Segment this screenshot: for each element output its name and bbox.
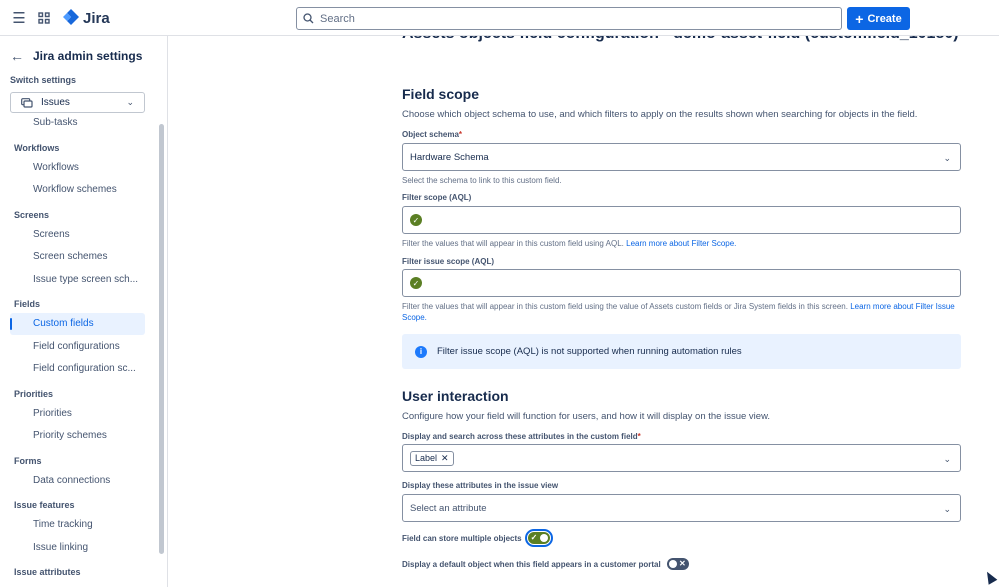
search-input[interactable]: [320, 13, 820, 25]
multiple-objects-row: Field can store multiple objects ✓: [402, 532, 550, 544]
required-marker: *: [638, 432, 641, 441]
jira-logo-icon: [63, 9, 79, 27]
object-schema-value: Hardware Schema: [410, 152, 489, 163]
sidebar-item-issue-linking[interactable]: Issue linking: [10, 537, 145, 559]
attribute-tag: Label ✕: [410, 451, 454, 466]
admin-sidebar: ← Jira admin settings Switch settings Is…: [0, 36, 168, 587]
sidebar-item-issue-type-screen-sch[interactable]: Issue type screen sch...: [10, 269, 145, 291]
create-button-label: Create: [867, 13, 901, 25]
filter-issue-scope-label: Filter issue scope (AQL): [402, 257, 494, 266]
filter-scope-help-text: Filter the values that will appear in th…: [402, 239, 624, 248]
filter-scope-label: Filter scope (AQL): [402, 193, 471, 202]
app-switcher-icon[interactable]: [35, 9, 53, 27]
sidebar-scrollbar[interactable]: [159, 124, 164, 554]
display-search-attributes-select[interactable]: Label ✕ ⌄: [402, 444, 961, 472]
sidebar-item-workflow-schemes[interactable]: Workflow schemes: [10, 179, 145, 201]
create-button[interactable]: + Create: [847, 7, 910, 30]
object-schema-label: Object schema*: [402, 130, 462, 139]
sidebar-item-screens[interactable]: Screens: [10, 224, 145, 246]
default-object-toggle[interactable]: ✕: [667, 558, 689, 570]
main-content: Assets objects field configuration - dem…: [169, 36, 999, 587]
issues-icon: [21, 98, 33, 108]
sidebar-item-priority-schemes[interactable]: Priority schemes: [10, 425, 145, 447]
plus-icon: +: [855, 12, 863, 26]
sidebar-section-heading: Fields: [14, 299, 40, 309]
arrow-left-icon: ←: [10, 48, 24, 64]
sidebar-item-custom-fields[interactable]: Custom fields: [10, 313, 145, 335]
settings-switcher-value: Issues: [41, 97, 70, 108]
sidebar-item-screen-schemes[interactable]: Screen schemes: [10, 246, 145, 268]
jira-logo[interactable]: Jira: [63, 9, 110, 27]
field-scope-description: Choose which object schema to use, and w…: [402, 109, 917, 120]
multiple-objects-label: Field can store multiple objects: [402, 534, 522, 543]
sidebar-item-sub-tasks[interactable]: Sub-tasks: [10, 112, 145, 134]
chevron-down-icon: ⌄: [126, 97, 134, 108]
chevron-down-icon: ⌄: [943, 504, 951, 515]
app-name: Jira: [83, 10, 110, 27]
close-icon: ✕: [679, 558, 686, 570]
menu-icon[interactable]: ☰: [10, 9, 28, 27]
multiple-objects-toggle[interactable]: ✓: [528, 532, 550, 544]
search-icon: [303, 13, 314, 24]
info-icon: i: [415, 346, 427, 358]
issue-view-attributes-placeholder: Select an attribute: [410, 503, 487, 514]
required-marker: *: [459, 130, 462, 139]
attribute-tag-label: Label: [415, 453, 437, 463]
sidebar-item-priorities[interactable]: Priorities: [10, 403, 145, 425]
display-search-label: Display and search across these attribut…: [402, 432, 641, 441]
default-object-label: Display a default object when this field…: [402, 560, 661, 569]
sidebar-item-field-configuration-sc[interactable]: Field configuration sc...: [10, 358, 145, 380]
check-icon: ✓: [531, 532, 538, 544]
issue-view-attributes-select[interactable]: Select an attribute ⌄: [402, 494, 961, 522]
filter-issue-scope-help-text: Filter the values that will appear in th…: [402, 302, 848, 311]
sidebar-section-heading: Priorities: [14, 389, 53, 399]
sidebar-section-heading: Forms: [14, 456, 42, 466]
user-interaction-heading: User interaction: [402, 388, 509, 404]
page-title: Assets objects field configuration - dem…: [402, 36, 962, 45]
filter-scope-learn-more-link[interactable]: Learn more about Filter Scope.: [626, 239, 736, 248]
remove-tag-icon[interactable]: ✕: [441, 453, 449, 464]
switch-settings-label: Switch settings: [10, 75, 76, 85]
user-interaction-description: Configure how your field will function f…: [402, 411, 770, 422]
filter-issue-scope-input[interactable]: ✓: [402, 269, 961, 297]
valid-check-icon: ✓: [410, 214, 422, 226]
sidebar-item-workflows[interactable]: Workflows: [10, 157, 145, 179]
filter-scope-help: Filter the values that will appear in th…: [402, 238, 962, 249]
default-object-row: Display a default object when this field…: [402, 558, 689, 570]
object-schema-help: Select the schema to link to this custom…: [402, 175, 962, 186]
display-search-label-text: Display and search across these attribut…: [402, 432, 638, 441]
sidebar-title: Jira admin settings: [33, 49, 142, 63]
settings-switcher[interactable]: Issues ⌄: [10, 92, 145, 113]
sidebar-section-heading: Screens: [14, 210, 49, 220]
info-message-text: Filter issue scope (AQL) is not supporte…: [437, 346, 742, 357]
sidebar-item-data-connections[interactable]: Data connections: [10, 470, 145, 492]
search-box[interactable]: [296, 7, 842, 30]
back-to-admin-settings[interactable]: ← Jira admin settings: [10, 48, 142, 64]
chevron-down-icon: ⌄: [943, 454, 951, 465]
issue-view-attributes-label: Display these attributes in the issue vi…: [402, 481, 558, 490]
sidebar-section-heading: Issue attributes: [14, 567, 81, 577]
object-schema-label-text: Object schema: [402, 130, 459, 139]
chevron-down-icon: ⌄: [943, 153, 951, 164]
top-navigation-bar: ☰ Jira + Create: [0, 0, 999, 36]
filter-issue-scope-help: Filter the values that will appear in th…: [402, 301, 962, 323]
toggle-knob: [540, 534, 548, 542]
valid-check-icon: ✓: [410, 277, 422, 289]
sidebar-section-heading: Workflows: [14, 143, 59, 153]
sidebar-item-time-tracking[interactable]: Time tracking: [10, 514, 145, 536]
object-schema-select[interactable]: Hardware Schema ⌄: [402, 143, 961, 171]
sidebar-item-field-configurations[interactable]: Field configurations: [10, 336, 145, 358]
info-message-banner: i Filter issue scope (AQL) is not suppor…: [402, 334, 961, 369]
sidebar-section-heading: Issue features: [14, 500, 75, 510]
toggle-knob: [669, 560, 677, 568]
field-scope-heading: Field scope: [402, 86, 479, 102]
filter-scope-input[interactable]: ✓: [402, 206, 961, 234]
